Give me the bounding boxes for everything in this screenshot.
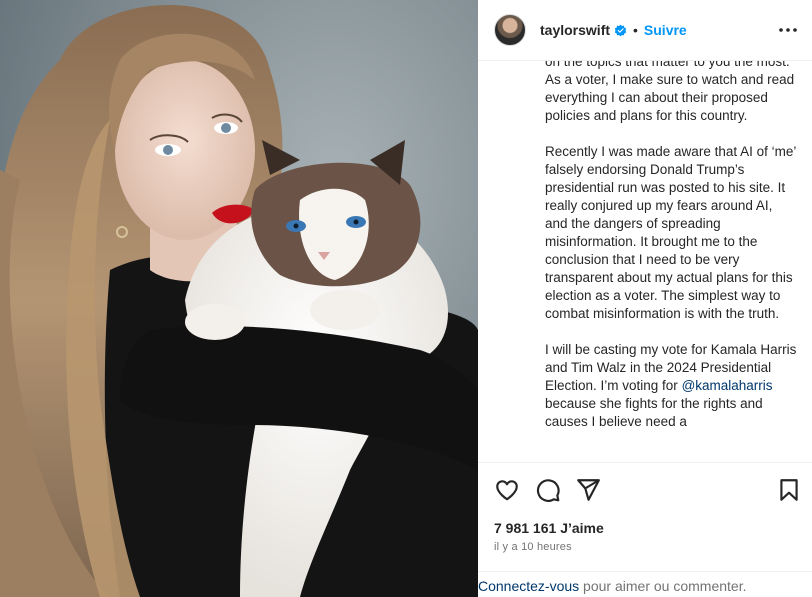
bookmark-icon[interactable] [776,477,802,503]
paper-plane-icon[interactable] [575,477,601,503]
post-caption: on the topics that matter to you the mos… [545,61,797,431]
likes-count[interactable]: 7 981 161 J’aime [494,520,604,536]
login-prompt-text: pour aimer ou commenter. [579,578,747,594]
caption-text: on the topics that matter to you the mos… [545,61,797,393]
post-image[interactable] [0,0,478,597]
portrait-with-cat-illustration [0,0,478,597]
caption-scroll-area[interactable]: on the topics that matter to you the mos… [478,61,812,462]
separator-dot: • [633,22,638,38]
post-timestamp[interactable]: il y a 10 heures [494,541,572,553]
username-link[interactable]: taylorswift [540,22,610,38]
caption-text-continued: because she fights for the rights and ca… [545,396,763,429]
avatar[interactable] [494,14,526,46]
likes-number: 7 981 161 [494,520,557,536]
login-link[interactable]: Connectez-vous [478,578,579,594]
likes-label: J’aime [560,520,604,536]
login-prompt: Connectez-vous pour aimer ou commenter. [478,571,812,597]
post-panel: taylorswift • Suivre on the topics that … [478,0,812,597]
verified-badge-icon [614,24,627,36]
post-actions: 7 981 161 J’aime il y a 10 heures Connec… [478,462,812,597]
comment-bubble-icon[interactable] [535,477,561,503]
mention-link[interactable]: @kamalaharris [682,378,773,393]
post-header: taylorswift • Suivre [478,0,812,61]
heart-icon[interactable] [494,477,520,503]
more-options-icon[interactable] [778,22,798,38]
follow-button[interactable]: Suivre [644,22,687,38]
